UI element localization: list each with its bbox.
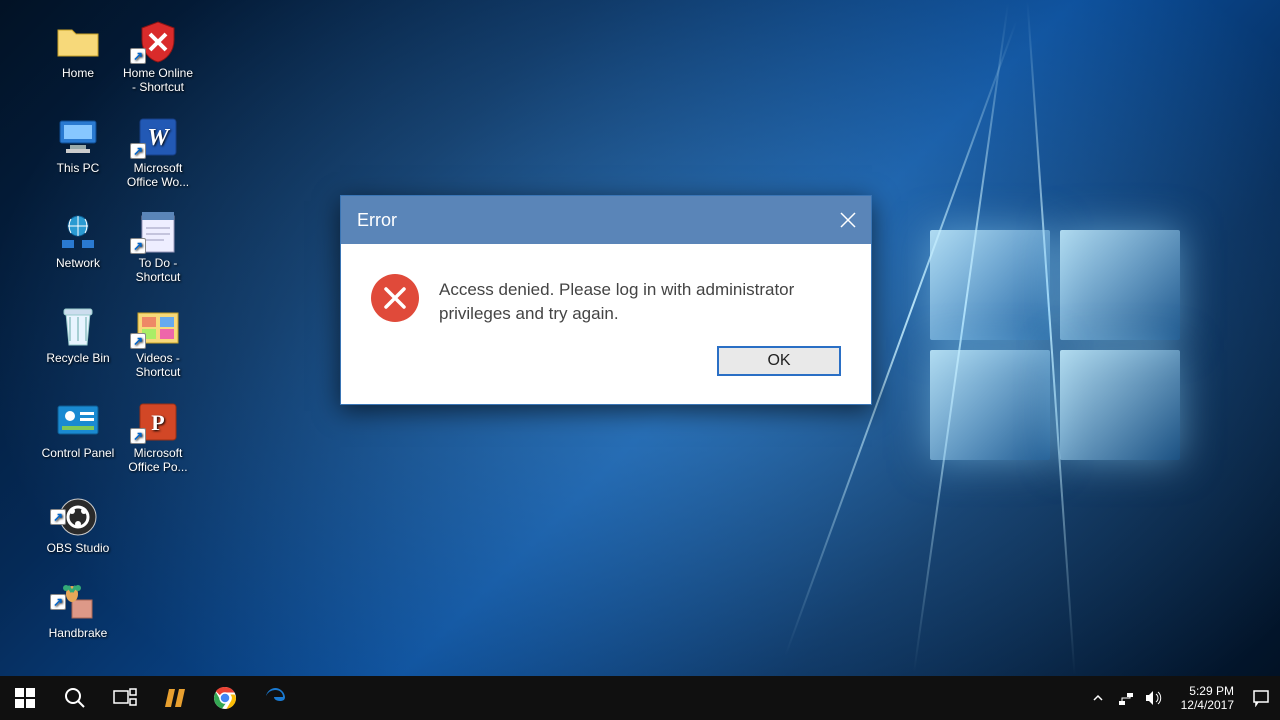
network-icon bbox=[54, 210, 102, 254]
desktop-icon-label: Home bbox=[40, 66, 116, 80]
taskbar-app-edge[interactable] bbox=[250, 676, 300, 720]
shortcut-overlay-icon: ↗ bbox=[130, 238, 146, 254]
taskbar-app-chrome[interactable] bbox=[200, 676, 250, 720]
shortcut-overlay-icon: ↗ bbox=[130, 48, 146, 64]
desktop-icon-home[interactable]: Home bbox=[40, 20, 116, 80]
windows-icon bbox=[15, 688, 35, 708]
desktop-icon-label: Network bbox=[40, 256, 116, 270]
winamp-icon bbox=[165, 687, 185, 709]
desktop-icon-this-pc[interactable]: This PC bbox=[40, 115, 116, 175]
tray-notifications-icon[interactable] bbox=[1252, 689, 1270, 707]
desktop-icon-control-panel[interactable]: Control Panel bbox=[40, 400, 116, 460]
system-tray[interactable]: 5:29 PM 12/4/2017 bbox=[1083, 676, 1280, 720]
desktop-icon-label: This PC bbox=[40, 161, 116, 175]
desktop-icon-home-online[interactable]: ↗ Home Online - Shortcut bbox=[120, 20, 196, 94]
svg-text:W: W bbox=[147, 125, 170, 151]
shortcut-overlay-icon: ↗ bbox=[130, 143, 146, 159]
clock-date: 12/4/2017 bbox=[1181, 698, 1234, 712]
desktop-icon-label: Microsoft Office Wo... bbox=[120, 161, 196, 189]
start-button[interactable] bbox=[0, 676, 50, 720]
recycle-bin-icon bbox=[54, 305, 102, 349]
desktop-icon-label: To Do - Shortcut bbox=[120, 256, 196, 284]
desktop-icon-handbrake[interactable]: ↗ Handbrake bbox=[40, 580, 116, 640]
search-button[interactable] bbox=[50, 676, 100, 720]
task-view-icon bbox=[113, 688, 137, 708]
task-view-button[interactable] bbox=[100, 676, 150, 720]
close-icon bbox=[839, 211, 857, 229]
desktop-icon-network[interactable]: Network bbox=[40, 210, 116, 270]
dialog-message: Access denied. Please log in with admini… bbox=[439, 274, 841, 326]
shortcut-overlay-icon: ↗ bbox=[50, 509, 66, 525]
tray-volume-icon[interactable] bbox=[1145, 689, 1163, 707]
taskbar-clock[interactable]: 5:29 PM 12/4/2017 bbox=[1173, 684, 1242, 712]
desktop-icon-obs-studio[interactable]: ↗ OBS Studio bbox=[40, 495, 116, 555]
desktop-icon-label: Videos - Shortcut bbox=[120, 351, 196, 379]
shortcut-overlay-icon: ↗ bbox=[130, 333, 146, 349]
desktop-icon-label: Microsoft Office Po... bbox=[120, 446, 196, 474]
folder-icon bbox=[54, 20, 102, 64]
search-icon bbox=[64, 687, 86, 709]
chrome-icon bbox=[213, 686, 237, 710]
tray-network-icon[interactable] bbox=[1117, 689, 1135, 707]
taskbar: 5:29 PM 12/4/2017 bbox=[0, 676, 1280, 720]
desktop-icon-label: OBS Studio bbox=[40, 541, 116, 555]
desktop-icon-label: Control Panel bbox=[40, 446, 116, 460]
ok-button[interactable]: OK bbox=[717, 346, 841, 376]
dialog-title: Error bbox=[357, 210, 397, 231]
desktop-icon-label: Home Online - Shortcut bbox=[120, 66, 196, 94]
desktop-icon-ms-powerpoint[interactable]: P ↗ Microsoft Office Po... bbox=[120, 400, 196, 474]
desktop-icon-videos[interactable]: ↗ Videos - Shortcut bbox=[120, 305, 196, 379]
tray-chevron-up-icon[interactable] bbox=[1089, 689, 1107, 707]
error-icon bbox=[371, 274, 419, 322]
shortcut-overlay-icon: ↗ bbox=[50, 594, 66, 610]
dialog-close-button[interactable] bbox=[825, 196, 871, 244]
desktop-icon-to-do[interactable]: ↗ To Do - Shortcut bbox=[120, 210, 196, 284]
clock-time: 5:29 PM bbox=[1181, 684, 1234, 698]
taskbar-app-winamp[interactable] bbox=[150, 676, 200, 720]
edge-icon bbox=[263, 686, 287, 710]
computer-icon bbox=[54, 115, 102, 159]
control-panel-icon bbox=[54, 400, 102, 444]
desktop-icon-recycle-bin[interactable]: Recycle Bin bbox=[40, 305, 116, 365]
desktop-icon-ms-word[interactable]: W ↗ Microsoft Office Wo... bbox=[120, 115, 196, 189]
error-dialog: Error Access denied. Please log in with … bbox=[340, 195, 872, 405]
desktop-icon-label: Handbrake bbox=[40, 626, 116, 640]
dialog-titlebar[interactable]: Error bbox=[341, 196, 871, 244]
desktop-icon-label: Recycle Bin bbox=[40, 351, 116, 365]
shortcut-overlay-icon: ↗ bbox=[130, 428, 146, 444]
svg-text:P: P bbox=[151, 410, 164, 435]
